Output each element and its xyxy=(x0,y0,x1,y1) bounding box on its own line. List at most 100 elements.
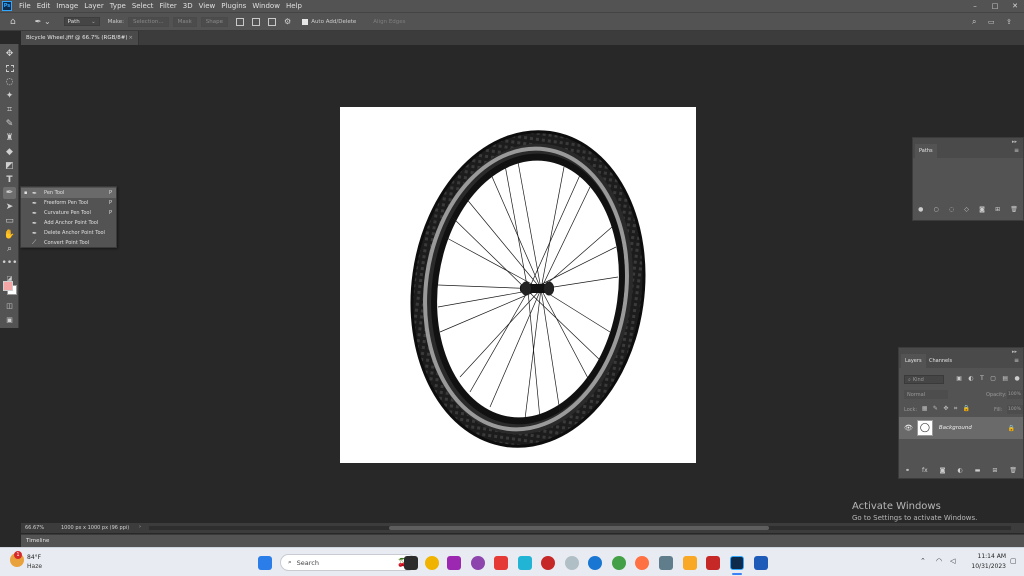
adjustment-layer-icon[interactable]: ◐ xyxy=(957,467,962,474)
wifi-icon[interactable]: ◠ xyxy=(936,557,942,565)
make-mask-button[interactable]: Mask xyxy=(172,16,197,27)
brush-tool-icon[interactable]: ✎ xyxy=(3,118,16,130)
fill-path-icon[interactable]: ● xyxy=(918,206,923,213)
menu-filter[interactable]: Filter xyxy=(156,2,179,10)
teams-icon[interactable] xyxy=(447,556,461,570)
tool-mode-select[interactable]: Path ⌄ xyxy=(63,17,100,26)
lock-pixels-icon[interactable]: ▦ xyxy=(922,405,928,414)
rectangle-tool-icon[interactable]: ▭ xyxy=(3,215,16,227)
timeline-label[interactable]: Timeline xyxy=(26,538,49,544)
filter-adjustment-icon[interactable]: ◐ xyxy=(968,375,973,384)
word-icon[interactable] xyxy=(754,556,768,570)
marquee-tool-icon[interactable] xyxy=(3,62,16,74)
menu-select[interactable]: Select xyxy=(129,2,157,10)
path-selection-tool-icon[interactable]: ➤ xyxy=(3,201,16,213)
share-icon[interactable]: ⇪ xyxy=(1002,16,1016,27)
path-arrangement-icon[interactable] xyxy=(268,17,277,26)
maximize-button[interactable]: □ xyxy=(988,0,1002,12)
lock-artboard-icon[interactable]: ⌗ xyxy=(954,405,957,414)
tab-channels[interactable]: Channels xyxy=(925,354,956,368)
magic-wand-tool-icon[interactable]: ✦ xyxy=(3,90,16,102)
filter-smart-icon[interactable]: ▤ xyxy=(1002,375,1008,384)
lock-position-icon[interactable]: ✥ xyxy=(943,405,948,414)
document-tab[interactable]: Bicycle Wheel.jfif @ 66.7% (RGB/8#) × xyxy=(21,31,139,45)
align-edges-checkbox[interactable]: Align Edges xyxy=(369,16,409,27)
menu-help[interactable]: Help xyxy=(283,2,305,10)
add-mask-icon[interactable]: ◙ xyxy=(979,206,985,213)
pen-tool-preset-icon[interactable]: ✒ ⌄ xyxy=(31,16,55,27)
minimize-button[interactable]: – xyxy=(968,0,982,12)
opacity-input[interactable]: 100% xyxy=(1007,390,1023,399)
search-icon[interactable]: ⌕ xyxy=(968,16,980,27)
menu-type[interactable]: Type xyxy=(107,2,129,10)
panel-collapse-icon[interactable]: ▸▸ xyxy=(1012,349,1017,355)
flyout-convert-point-tool[interactable]: ⟋ Convert Point Tool xyxy=(21,238,116,248)
layer-style-icon[interactable]: fx xyxy=(922,467,928,474)
layer-filter-kind[interactable]: ⌕ Kind xyxy=(904,375,944,384)
volume-icon[interactable]: ◁ xyxy=(950,557,955,565)
calculator-icon[interactable] xyxy=(659,556,673,570)
path-alignment-icon[interactable] xyxy=(252,17,261,26)
foreground-color-swatch[interactable] xyxy=(3,281,13,291)
blend-mode-select[interactable]: Normal xyxy=(904,390,948,399)
task-view-icon[interactable] xyxy=(404,556,418,570)
chrome-icon[interactable] xyxy=(612,556,626,570)
flyout-delete-anchor-tool[interactable]: ✒ Delete Anchor Point Tool xyxy=(21,228,116,238)
filter-type-icon[interactable]: T xyxy=(980,375,984,384)
flyout-freeform-pen-tool[interactable]: ✒ Freeform Pen Tool P xyxy=(21,198,116,208)
status-menu-chevron-icon[interactable]: › xyxy=(139,524,141,530)
filter-toggle-icon[interactable]: ● xyxy=(1015,375,1020,384)
clock-date[interactable]: 10/31/2023 xyxy=(966,563,1006,570)
horizontal-scrollbar-thumb[interactable] xyxy=(389,526,769,530)
firefox-icon[interactable] xyxy=(635,556,649,570)
link-layers-icon[interactable]: ⚭ xyxy=(905,467,910,474)
lasso-tool-icon[interactable]: ◌ xyxy=(3,76,16,88)
make-selection-button[interactable]: Selection... xyxy=(128,16,169,27)
visibility-eye-icon[interactable]: 👁 xyxy=(904,424,913,432)
type-tool-icon[interactable]: T xyxy=(3,174,16,186)
horizontal-scrollbar-track[interactable] xyxy=(149,526,1011,530)
crop-tool-icon[interactable]: ⌗ xyxy=(3,104,16,116)
tab-paths[interactable]: Paths xyxy=(915,144,937,158)
menu-layer[interactable]: Layer xyxy=(81,2,107,10)
make-shape-button[interactable]: Shape xyxy=(200,16,229,27)
add-layer-mask-icon[interactable]: ◙ xyxy=(940,467,946,474)
app-icon[interactable] xyxy=(471,556,485,570)
filezilla-icon[interactable] xyxy=(706,556,720,570)
stroke-path-icon[interactable]: ○ xyxy=(933,206,938,213)
hand-tool-icon[interactable]: ✋ xyxy=(3,229,16,241)
load-selection-icon[interactable]: ◌ xyxy=(949,206,954,213)
quick-mask-icon[interactable]: ◫ xyxy=(3,300,16,312)
gradient-tool-icon[interactable]: ◩ xyxy=(3,160,16,172)
auto-add-delete-checkbox[interactable]: Auto Add/Delete xyxy=(298,16,360,27)
eraser-tool-icon[interactable]: ◆ xyxy=(3,146,16,158)
lock-brush-icon[interactable]: ✎ xyxy=(933,405,938,414)
pen-tool-icon[interactable]: ✒ xyxy=(3,187,16,199)
taskbar-search[interactable]: ⌕ Search 🍒 xyxy=(280,554,416,571)
home-icon[interactable]: ⌂ xyxy=(6,16,20,27)
photoshop-taskbar-icon[interactable] xyxy=(730,556,744,570)
menu-edit[interactable]: Edit xyxy=(34,2,54,10)
delete-layer-icon[interactable]: 🗑 xyxy=(1009,467,1017,474)
close-window-button[interactable]: ✕ xyxy=(1008,0,1022,12)
menu-window[interactable]: Window xyxy=(249,2,283,10)
menu-image[interactable]: Image xyxy=(53,2,81,10)
menu-plugins[interactable]: Plugins xyxy=(218,2,249,10)
workspace-icon[interactable]: ▭ xyxy=(984,16,999,27)
tray-chevron-icon[interactable]: ⌃ xyxy=(920,557,926,565)
clock-time[interactable]: 11:14 AM xyxy=(966,553,1006,560)
lock-all-icon[interactable]: 🔒 xyxy=(963,405,970,414)
zoom-level[interactable]: 66.67% xyxy=(25,525,44,531)
path-operations-icon[interactable] xyxy=(236,17,245,26)
filter-pixel-icon[interactable]: ▣ xyxy=(956,375,962,384)
start-button-icon[interactable] xyxy=(258,556,272,570)
new-layer-icon[interactable]: ⊞ xyxy=(992,467,997,474)
chrome-canary-icon[interactable] xyxy=(425,556,439,570)
fill-input[interactable]: 100% xyxy=(1007,405,1023,414)
wps-icon[interactable] xyxy=(518,556,532,570)
document-canvas[interactable] xyxy=(340,107,696,463)
make-work-path-icon[interactable]: ◇ xyxy=(964,206,969,213)
new-path-icon[interactable]: ⊞ xyxy=(995,206,1000,213)
new-group-icon[interactable]: ▬ xyxy=(975,467,981,474)
flyout-add-anchor-tool[interactable]: ✒ Add Anchor Point Tool xyxy=(21,218,116,228)
